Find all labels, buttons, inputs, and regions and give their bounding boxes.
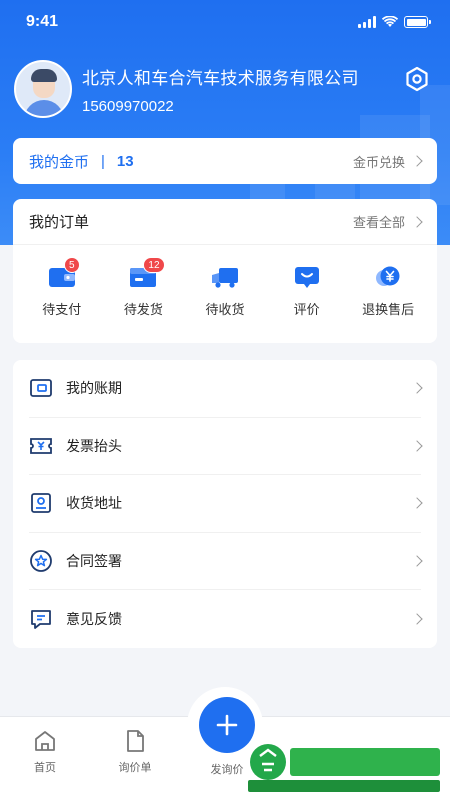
coins-exchange-label: 金币兑换 — [352, 154, 405, 170]
wifi-icon — [382, 16, 398, 27]
plus-icon — [216, 714, 238, 736]
tab-inquiry-list-label: 询价单 — [118, 762, 152, 774]
coins-exchange-link[interactable]: 金币兑换 — [352, 152, 423, 171]
order-item-label: 待发货 — [123, 302, 163, 317]
chevron-right-icon — [411, 440, 423, 452]
order-item-label: 退换售后 — [362, 302, 415, 317]
menu-item-label: 我的账期 — [66, 380, 122, 397]
phone-number: 15609970022 — [82, 97, 174, 115]
profile-section[interactable]: 北京人和车合汽车技术服务有限公司 15609970022 — [14, 60, 359, 118]
truck-icon — [211, 268, 238, 288]
menu-item-invoice[interactable]: 发票抬头 — [29, 418, 423, 476]
menu-item-label: 合同签署 — [66, 553, 122, 570]
pending-payment-badge: 5 — [63, 257, 80, 273]
menu-item-billing-period[interactable]: 我的账期 — [29, 360, 423, 418]
chevron-right-icon — [411, 155, 423, 167]
order-item-label: 待收货 — [205, 302, 245, 317]
order-item-label: 评价 — [293, 302, 320, 317]
chevron-right-icon — [411, 215, 423, 228]
bottom-tab-bar: 首页 询价单 发询价 — [0, 687, 450, 800]
wallet-outline-icon — [30, 379, 52, 398]
pending-shipment-badge: 12 — [143, 257, 165, 273]
view-all-label: 查看全部 — [352, 215, 405, 230]
order-pending-receipt[interactable]: 待收货 — [189, 265, 261, 318]
menu-item-label: 发票抬头 — [66, 437, 122, 454]
address-icon — [31, 493, 51, 514]
order-review[interactable]: 评价 — [271, 265, 343, 318]
menu-item-feedback[interactable]: 意见反馈 — [29, 590, 423, 648]
coins-card[interactable]: 我的金币 | 13 金币兑换 — [13, 138, 437, 184]
document-icon — [127, 730, 144, 752]
refund-icon — [376, 266, 400, 286]
chevron-right-icon — [411, 555, 423, 567]
signal-icon — [358, 16, 376, 28]
status-icons — [358, 16, 431, 28]
status-time: 9:41 — [26, 13, 59, 30]
menu-item-contract[interactable]: 合同签署 — [29, 533, 423, 591]
settings-hex-icon[interactable] — [404, 66, 430, 92]
comment-icon — [294, 267, 319, 288]
invoice-icon — [30, 437, 52, 454]
coins-separator: | — [101, 152, 105, 170]
avatar[interactable] — [14, 60, 72, 118]
order-pending-payment[interactable]: 5 待支付 — [26, 257, 98, 318]
battery-icon — [404, 16, 431, 28]
tab-inquiry-list[interactable]: 询价单 — [100, 729, 170, 775]
orders-card: 我的订单 查看全部 5 待支付 12 待发货 待收货 评价 退换售后 — [13, 199, 437, 343]
order-pending-shipment[interactable]: 12 待发货 — [107, 257, 179, 318]
home-icon — [35, 731, 55, 751]
coins-count: 13 — [116, 152, 134, 170]
watermark-logo — [248, 744, 440, 792]
tab-home-label: 首页 — [34, 762, 56, 774]
contract-icon — [30, 550, 52, 572]
chevron-right-icon — [411, 613, 423, 625]
coins-label: 我的金币 — [29, 153, 90, 171]
menu-item-address[interactable]: 收货地址 — [29, 475, 423, 533]
order-after-sales[interactable]: 退换售后 — [352, 265, 424, 318]
chevron-right-icon — [411, 497, 423, 510]
feedback-icon — [31, 610, 51, 630]
tab-home[interactable]: 首页 — [10, 729, 80, 775]
orders-title: 我的订单 — [29, 214, 90, 231]
chevron-right-icon — [411, 382, 423, 394]
status-bar: 9:41 — [0, 0, 450, 44]
company-name: 北京人和车合汽车技术服务有限公司 — [82, 68, 359, 88]
menu-item-label: 收货地址 — [66, 495, 122, 512]
order-item-label: 待支付 — [42, 302, 82, 317]
view-all-orders-link[interactable]: 查看全部 — [352, 212, 423, 231]
menu-list: 我的账期 发票抬头 收货地址 合同签署 意见反馈 — [13, 360, 437, 648]
menu-item-label: 意见反馈 — [66, 611, 122, 628]
